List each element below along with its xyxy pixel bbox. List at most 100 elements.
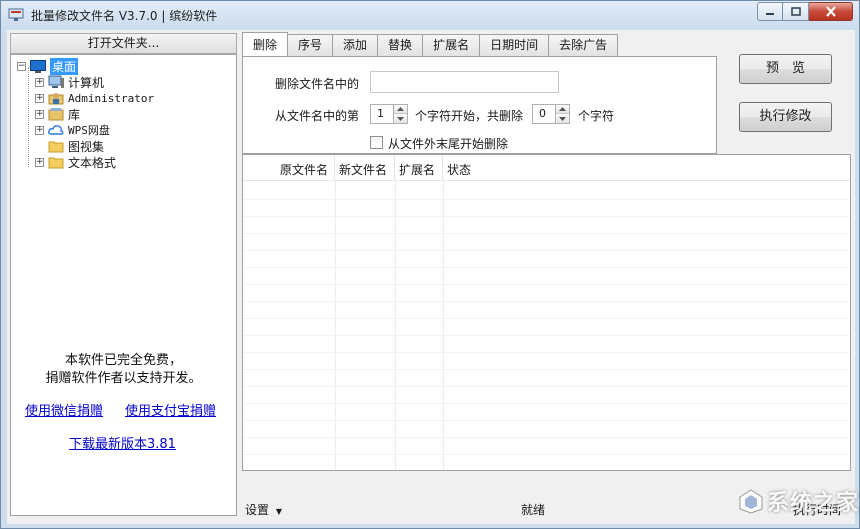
- row-divider: [243, 267, 850, 268]
- tree-item-label: 计算机: [68, 75, 105, 90]
- delete-count-spinner[interactable]: 0: [532, 104, 570, 124]
- tree-item-label: WPS网盘: [68, 124, 110, 137]
- row-divider: [243, 403, 850, 404]
- row-divider: [243, 335, 850, 336]
- user-folder-icon: [48, 91, 64, 105]
- client-area: 打开文件夹... − 桌面 + 计算机 + Administrator + 库 …: [7, 30, 855, 524]
- watermark: 系统之家: [731, 479, 859, 527]
- column-extension[interactable]: 扩展名: [395, 155, 443, 181]
- delete-count-label: 个字符开始，共删除: [415, 109, 524, 123]
- tree-item-library[interactable]: + 库: [35, 106, 80, 122]
- tab-bar: 删除 序号 添加 替换 扩展名 日期时间 去除广告: [242, 32, 619, 56]
- maximize-button[interactable]: [783, 2, 809, 21]
- arrow-up-icon: [559, 107, 566, 111]
- row-divider: [243, 420, 850, 421]
- spin-down-button[interactable]: [556, 114, 569, 123]
- column-divider: [395, 181, 396, 470]
- row-divider: [243, 250, 850, 251]
- row-divider: [243, 318, 850, 319]
- donate-message-line1: 本软件已完全免费，: [64, 353, 182, 368]
- app-icon: [8, 8, 24, 21]
- close-button[interactable]: [809, 2, 853, 21]
- start-position-label: 从文件名中的第: [275, 109, 360, 123]
- tree-guide-line: [28, 67, 29, 167]
- tab-delete[interactable]: 删除: [242, 32, 289, 56]
- tree-item-label: 图视集: [68, 139, 105, 154]
- spin-up-button[interactable]: [394, 105, 407, 114]
- tree-item-wps-drive[interactable]: + WPS网盘: [35, 122, 110, 138]
- computer-icon: [48, 75, 64, 89]
- download-latest-link[interactable]: 下载最新版本3.81: [69, 433, 176, 452]
- preview-button[interactable]: 预 览: [739, 54, 832, 84]
- tab-add[interactable]: 添加: [332, 34, 379, 56]
- tab-replace[interactable]: 替换: [377, 34, 424, 56]
- expand-icon[interactable]: +: [35, 93, 44, 103]
- row-divider: [243, 386, 850, 387]
- reverse-delete-checkbox[interactable]: [370, 136, 383, 149]
- column-original-name[interactable]: 原文件名: [243, 155, 335, 181]
- column-new-name[interactable]: 新文件名: [335, 155, 395, 181]
- tab-extension[interactable]: 扩展名: [422, 34, 481, 56]
- row-divider: [243, 352, 850, 353]
- tree-item-label: Administrator: [68, 91, 155, 105]
- delete-text-input[interactable]: [370, 71, 559, 93]
- arrow-down-icon: [397, 116, 404, 121]
- reverse-delete-label: 从文件外末尾开始删除: [388, 137, 509, 151]
- wechat-donate-link[interactable]: 使用微信捐赠: [25, 400, 103, 419]
- title-bar: 批量修改文件名 V3.7.0 | 缤纷软件: [1, 1, 859, 29]
- folder-tree: − 桌面 + 计算机 + Administrator + 库 + WPS网盘 图…: [10, 54, 237, 516]
- spin-up-button[interactable]: [556, 105, 569, 114]
- cloud-drive-icon: [48, 123, 64, 137]
- execute-button[interactable]: 执行修改: [739, 102, 832, 132]
- spin-down-button[interactable]: [394, 114, 407, 123]
- tree-item-text-format[interactable]: + 文本格式: [35, 154, 116, 170]
- window-title: 批量修改文件名 V3.7.0 | 缤纷软件: [31, 9, 218, 23]
- settings-dropdown[interactable]: 设置 ▼: [245, 501, 282, 518]
- minimize-button[interactable]: [757, 2, 783, 21]
- row-divider: [243, 437, 850, 438]
- desktop-icon: [30, 59, 46, 73]
- column-divider: [335, 181, 336, 470]
- tree-item-image-set[interactable]: 图视集: [48, 138, 104, 154]
- delete-count-value: 0: [539, 107, 546, 120]
- expand-icon[interactable]: +: [35, 125, 44, 135]
- maximize-icon: [790, 7, 801, 16]
- row-divider: [243, 301, 850, 302]
- expand-icon[interactable]: +: [35, 109, 44, 119]
- dropdown-arrow-icon: ▼: [275, 507, 282, 516]
- row-divider: [243, 284, 850, 285]
- row-divider: [243, 233, 850, 234]
- status-text: 就绪: [521, 503, 546, 517]
- expand-icon[interactable]: +: [35, 157, 44, 167]
- library-icon: [48, 107, 64, 121]
- open-folder-button[interactable]: 打开文件夹...: [10, 33, 237, 54]
- tab-sequence[interactable]: 序号: [287, 34, 334, 56]
- expand-icon[interactable]: +: [35, 77, 44, 87]
- arrow-down-icon: [559, 116, 566, 121]
- row-divider: [243, 199, 850, 200]
- row-divider: [243, 369, 850, 370]
- watermark-logo-icon: [739, 489, 763, 514]
- tree-item-label: 桌面: [50, 57, 79, 75]
- close-icon: [825, 6, 836, 17]
- tab-remove-ads[interactable]: 去除广告: [548, 34, 619, 56]
- row-divider: [243, 216, 850, 217]
- tree-item-administrator[interactable]: + Administrator: [35, 90, 154, 106]
- tree-item-label: 库: [68, 107, 81, 122]
- tab-datetime[interactable]: 日期时间: [479, 34, 550, 56]
- delete-text-label: 删除文件名中的: [275, 77, 360, 91]
- start-position-spinner[interactable]: 1: [370, 104, 408, 124]
- tree-item-computer[interactable]: + 计算机: [35, 74, 104, 90]
- settings-label: 设置: [245, 503, 270, 517]
- collapse-icon[interactable]: −: [17, 61, 26, 71]
- alipay-donate-link[interactable]: 使用支付宝捐赠: [125, 400, 216, 419]
- column-status[interactable]: 状态: [443, 155, 543, 181]
- tree-item-label: 文本格式: [68, 155, 117, 170]
- column-divider: [443, 181, 444, 470]
- donate-message-line2: 捐赠软件作者以支持开发。: [45, 371, 202, 386]
- unit-label: 个字符: [578, 109, 615, 123]
- start-position-value: 1: [377, 107, 384, 120]
- folder-icon: [48, 155, 64, 169]
- tree-item-desktop[interactable]: − 桌面: [17, 57, 79, 75]
- arrow-up-icon: [397, 107, 404, 111]
